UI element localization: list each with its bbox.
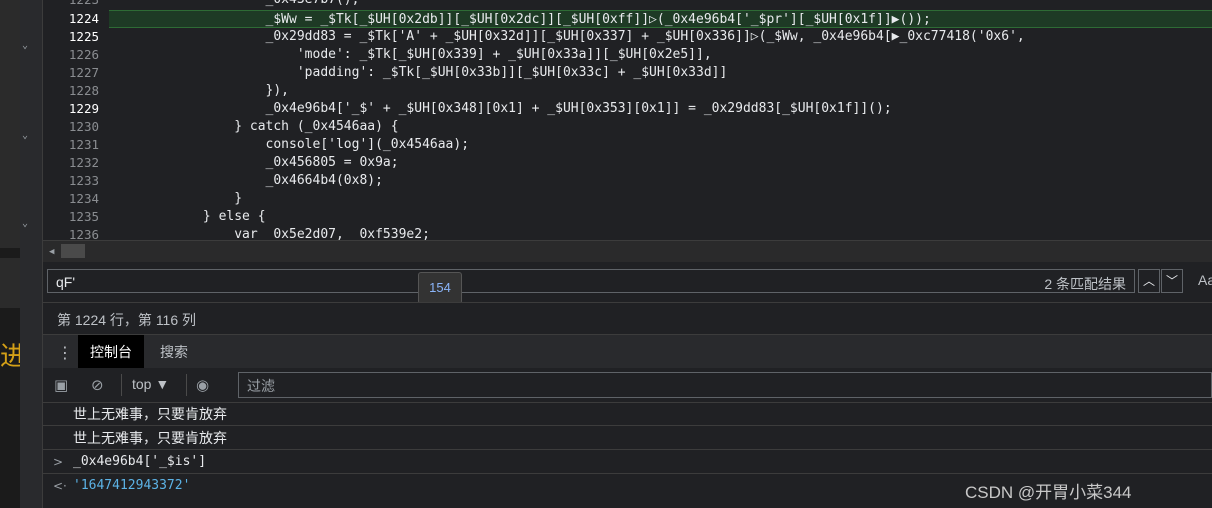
value-tooltip: 154	[418, 272, 462, 304]
status-bar: 第 1224 行，第 116 列	[43, 302, 1212, 335]
watermark: CSDN @开胃小菜344	[965, 483, 1132, 502]
breakpoint-line-number[interactable]: 1224	[43, 10, 105, 28]
console-result-value[interactable]: '1647412943372'	[73, 474, 190, 498]
find-box[interactable]: 2 条匹配结果	[47, 269, 1135, 293]
chevron-down-icon: ﹀	[1165, 274, 1178, 288]
tab-console[interactable]: 控制台	[78, 335, 144, 369]
code-line[interactable]: _0x43e7b7();	[109, 0, 1212, 9]
fold-chevron-icon[interactable]: ⌄	[22, 218, 28, 229]
horizontal-scrollbar[interactable]: ◀	[43, 240, 1212, 263]
drawer-menu-icon[interactable]: ⋮	[57, 343, 73, 362]
code-line[interactable]: console['log'](_0x4546aa);	[109, 136, 1212, 154]
code-line[interactable]: }	[109, 190, 1212, 208]
toolbar-divider	[186, 374, 187, 396]
code-line[interactable]: } else {	[109, 208, 1212, 226]
scroll-left-icon[interactable]: ◀	[49, 247, 54, 257]
code-line[interactable]: _0x29dd83 = _$Tk['A' + _$UH[0x32d]][_$UH…	[109, 28, 1212, 46]
sidebar-toggle-icon[interactable]: ▣	[54, 376, 68, 394]
line-number[interactable]: 1227	[43, 64, 105, 82]
find-input[interactable]	[54, 272, 658, 292]
code-line-current-execution[interactable]: _$Ww = _$Tk[_$UH[0x2db]][_$UH[0x2dc]][_$…	[109, 10, 1212, 28]
code-line[interactable]: _0x456805 = 0x9a;	[109, 154, 1212, 172]
line-number[interactable]: 1232	[43, 154, 105, 172]
left-edge-block	[0, 258, 20, 308]
match-count: 2 条匹配结果	[1044, 276, 1126, 292]
code-line[interactable]: 'padding': _$Tk[_$UH[0x33b]][_$UH[0x33c]…	[109, 64, 1212, 82]
left-edge-panel: 进	[0, 0, 26, 508]
fold-gutter: ⌄ ⌄ ⌄	[20, 0, 43, 508]
next-match-button[interactable]: ﹀	[1161, 269, 1183, 293]
code-line[interactable]: _0x4e96b4['_$' + _$UH[0x348][0x1] + _$UH…	[109, 100, 1212, 118]
filter-input[interactable]	[245, 376, 649, 396]
devtools-sources-panel: 1223 1224 1225 1226 1227 1228 1229 1230 …	[43, 0, 1212, 508]
left-edge-block	[0, 0, 20, 248]
line-number[interactable]: 1235	[43, 208, 105, 226]
console-command[interactable]: _0x4e96b4['_$is']	[73, 450, 206, 474]
code-line[interactable]: var _0x5e2d07, _0xf539e2;	[109, 226, 1212, 240]
context-selector[interactable]: top ▼	[132, 376, 169, 392]
console-log-entry: 世上无难事，只要肯放弃	[43, 402, 1212, 426]
live-expression-eye-icon[interactable]: ◉	[196, 376, 209, 394]
chevron-up-icon: ︿	[1142, 274, 1155, 288]
code-editor[interactable]: 1223 1224 1225 1226 1227 1228 1229 1230 …	[43, 0, 1212, 240]
cursor-position: 第 1224 行，第 116 列	[57, 312, 197, 328]
code-line[interactable]: 'mode': _$Tk[_$UH[0x339] + _$UH[0x33a]][…	[109, 46, 1212, 64]
tab-search[interactable]: 搜索	[148, 335, 200, 369]
breakpoint-line-number[interactable]: 1229	[43, 100, 105, 118]
previous-match-button[interactable]: ︿	[1138, 269, 1160, 293]
line-number[interactable]: 1236	[43, 226, 105, 240]
breakpoint-line-number[interactable]: 1225	[43, 28, 105, 46]
input-prompt-icon: >	[53, 455, 64, 469]
match-case-toggle[interactable]: Aa	[1198, 272, 1212, 288]
console-input-entry: > _0x4e96b4['_$is']	[43, 450, 1212, 474]
log-message: 世上无难事，只要肯放弃	[73, 430, 227, 446]
line-number[interactable]: 1234	[43, 190, 105, 208]
clear-console-icon[interactable]: ⊘	[91, 376, 104, 394]
find-bar: 2 条匹配结果 ︿ ﹀ Aa	[43, 262, 1212, 300]
line-number-gutter[interactable]: 1223 1224 1225 1226 1227 1228 1229 1230 …	[43, 0, 107, 240]
drawer-tabbar: ⋮ 控制台 搜索	[43, 334, 1212, 370]
line-number[interactable]: 1226	[43, 46, 105, 64]
code-line[interactable]: _0x4664b4(0x8);	[109, 172, 1212, 190]
console-filter[interactable]	[238, 372, 1212, 398]
line-number[interactable]: 1233	[43, 172, 105, 190]
line-number[interactable]: 1230	[43, 118, 105, 136]
console-log-entry: 世上无难事，只要肯放弃	[43, 426, 1212, 450]
fold-chevron-icon[interactable]: ⌄	[22, 130, 28, 141]
fold-chevron-icon[interactable]: ⌄	[22, 40, 28, 51]
line-number[interactable]: 1223	[43, 0, 105, 9]
code-line[interactable]: } catch (_0x4546aa) {	[109, 118, 1212, 136]
line-number[interactable]: 1231	[43, 136, 105, 154]
toolbar-divider	[121, 374, 122, 396]
scrollbar-thumb[interactable]	[61, 244, 85, 258]
result-prompt-icon: <·	[53, 479, 67, 493]
line-number[interactable]: 1228	[43, 82, 105, 100]
log-message: 世上无难事，只要肯放弃	[73, 406, 227, 422]
console-toolbar: ▣ ⊘ top ▼ ◉	[43, 368, 1212, 403]
code-line[interactable]: }),	[109, 82, 1212, 100]
